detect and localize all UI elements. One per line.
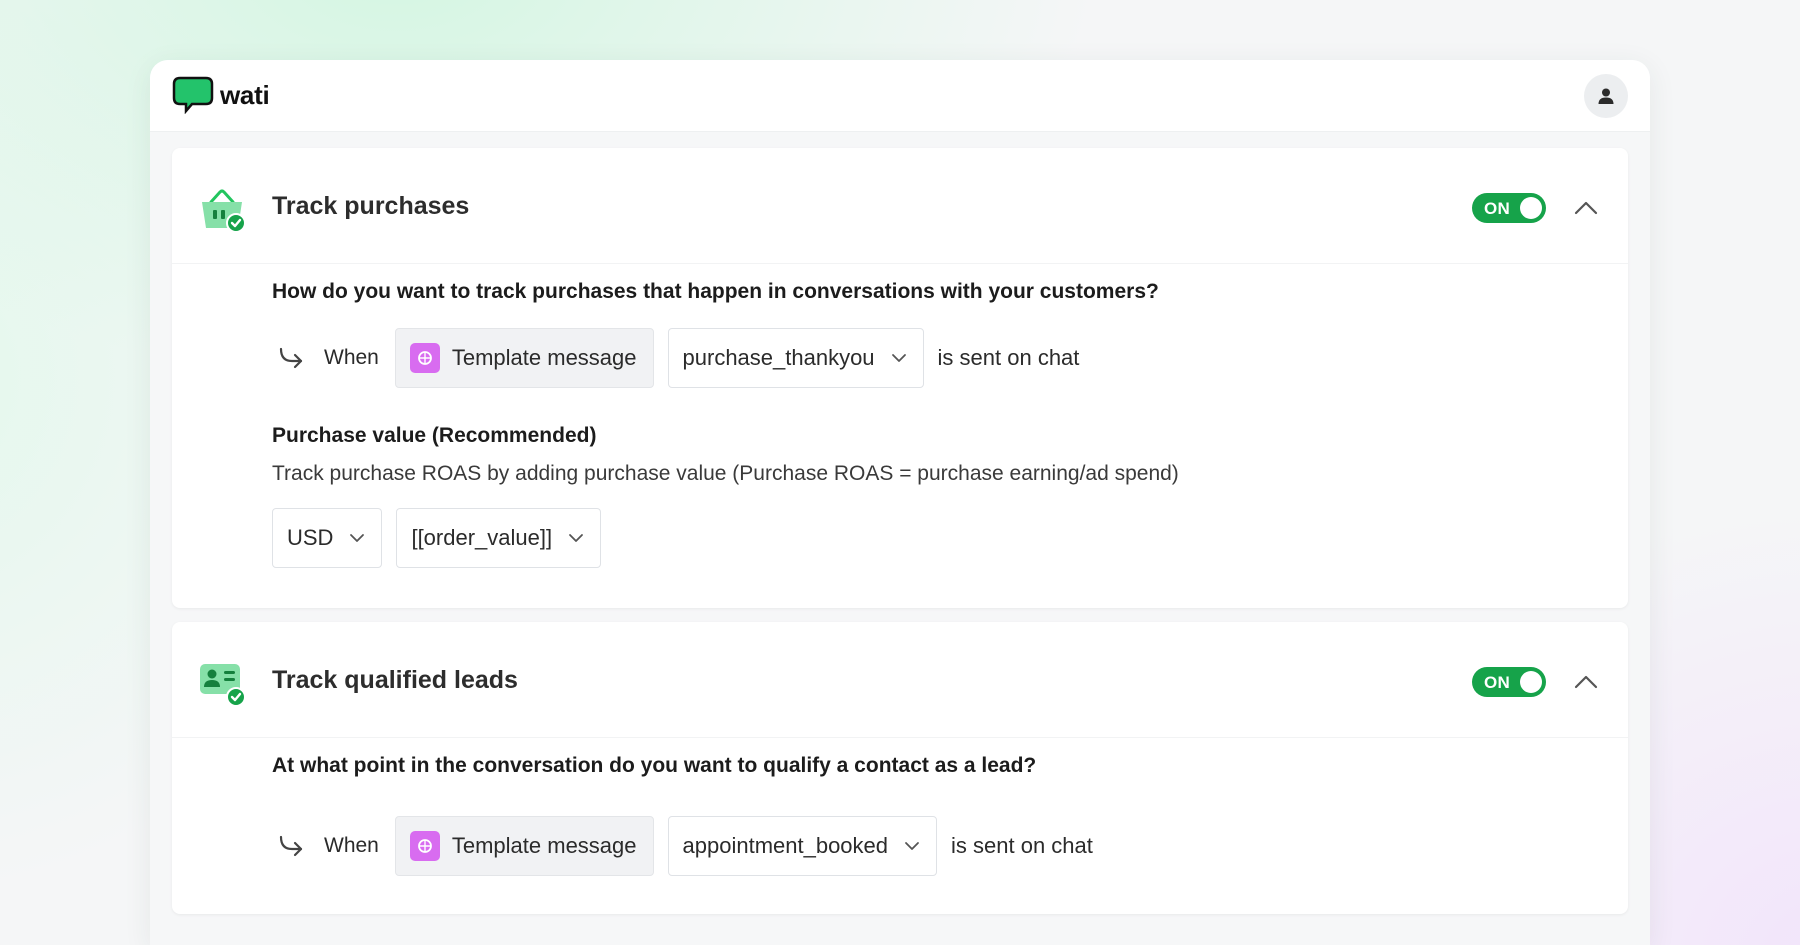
- chevron-down-icon: [905, 842, 919, 850]
- track-leads-card: Track qualified leads ON At what point i…: [172, 622, 1628, 914]
- toggle-label: ON: [1484, 673, 1511, 692]
- card-header[interactable]: Track purchases ON: [172, 148, 1628, 264]
- template-select[interactable]: appointment_booked: [667, 816, 938, 876]
- track-purchases-toggle[interactable]: ON: [1472, 193, 1546, 223]
- value-field-select[interactable]: [[order_value]]: [396, 508, 602, 568]
- shopping-basket-check-icon: [202, 189, 246, 233]
- turn-right-arrow-icon: [278, 343, 314, 373]
- when-label: When: [324, 346, 379, 369]
- card-title: Track purchases: [272, 192, 470, 220]
- rule-suffix: is sent on chat: [937, 345, 1080, 370]
- currency-value: USD: [287, 525, 334, 550]
- app-window: wati Track purchases ON How do you want …: [150, 60, 1650, 945]
- chevron-down-icon: [891, 354, 906, 362]
- card-title: Track qualified leads: [272, 666, 518, 694]
- brand-name: wati: [220, 79, 270, 110]
- chevron-down-icon: [569, 534, 583, 542]
- card-header[interactable]: Track qualified leads ON: [172, 622, 1628, 738]
- top-bar: wati: [150, 60, 1650, 132]
- collapse-button[interactable]: [1570, 192, 1602, 224]
- chevron-down-icon: [350, 534, 365, 542]
- leads-question: At what point in the conversation do you…: [272, 754, 1037, 777]
- chat-bubble-icon: [172, 76, 214, 114]
- toggle-label: ON: [1484, 199, 1511, 218]
- contact-card-check-icon: [200, 664, 246, 707]
- turn-right-arrow-icon: [278, 831, 314, 861]
- track-purchases-card: Track purchases ON How do you want to tr…: [172, 148, 1628, 608]
- leads-rule-row: When Template message appointment_booked…: [272, 816, 1093, 876]
- purchase-value-description: Track purchase ROAS by adding purchase v…: [272, 462, 1179, 485]
- chevron-up-icon: [1574, 675, 1598, 689]
- currency-select[interactable]: USD: [272, 508, 383, 568]
- template-icon: [409, 831, 440, 861]
- collapse-button[interactable]: [1570, 666, 1602, 698]
- trigger-type-label: Template message: [451, 345, 637, 370]
- trigger-type-chip[interactable]: Template message: [394, 816, 654, 876]
- purchase-rule-row: When Template message purchase_thankyou …: [272, 328, 1079, 388]
- toggle-knob: [1520, 197, 1542, 219]
- purchase-value-title: Purchase value (Recommended): [272, 424, 597, 447]
- toggle-knob: [1520, 671, 1542, 693]
- template-select[interactable]: purchase_thankyou: [667, 328, 924, 388]
- rule-suffix: is sent on chat: [951, 833, 1093, 858]
- template-icon: [409, 343, 440, 373]
- user-icon: [1598, 88, 1614, 104]
- purchase-value-row: USD [[order_value]]: [272, 508, 602, 568]
- track-leads-toggle[interactable]: ON: [1472, 667, 1546, 697]
- template-select-value: appointment_booked: [682, 833, 889, 858]
- profile-button[interactable]: [1584, 74, 1628, 118]
- brand-logo[interactable]: wati: [172, 76, 270, 114]
- purchase-question: How do you want to track purchases that …: [272, 280, 1159, 303]
- trigger-type-chip[interactable]: Template message: [394, 328, 654, 388]
- when-label: When: [324, 834, 379, 857]
- chevron-up-icon: [1574, 201, 1598, 215]
- value-field-value: [[order_value]]: [411, 525, 553, 550]
- template-select-value: purchase_thankyou: [682, 345, 875, 370]
- trigger-type-label: Template message: [451, 833, 637, 858]
